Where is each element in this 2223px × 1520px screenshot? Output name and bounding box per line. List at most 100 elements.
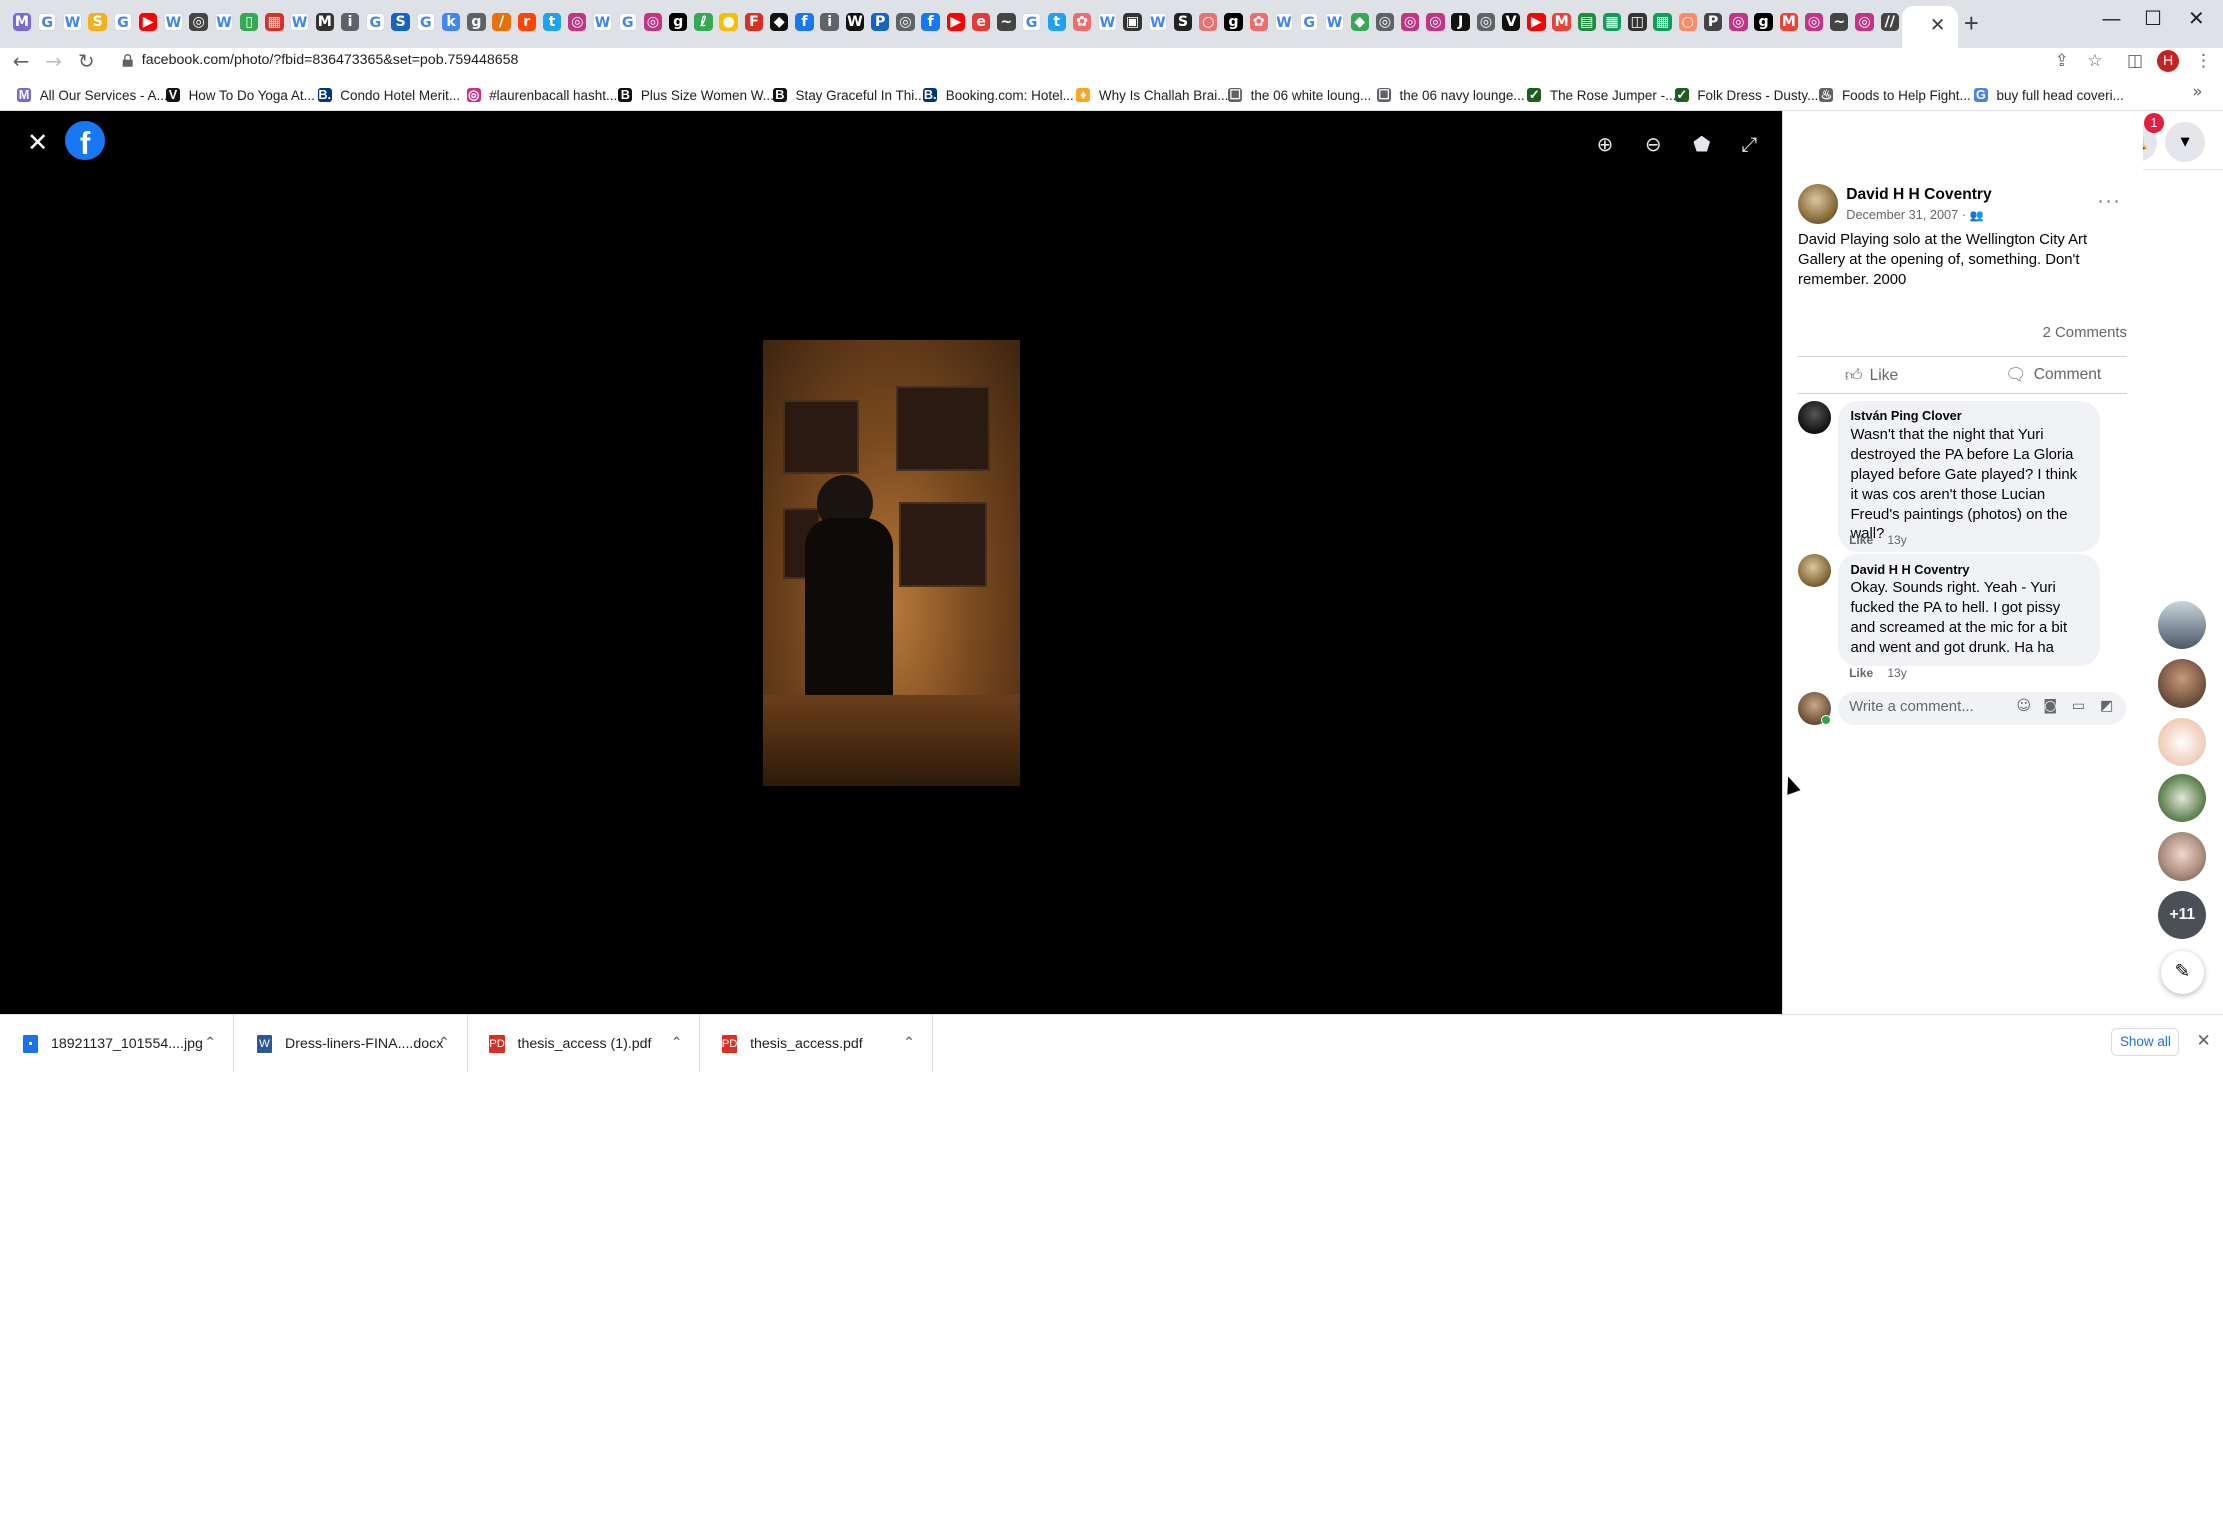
tab-favicon[interactable]: G — [416, 12, 436, 32]
tab-favicon[interactable]: g — [669, 12, 688, 32]
comment-like-link[interactable]: Like — [1849, 666, 1873, 680]
zoom-out-icon[interactable]: ⊖ — [1645, 133, 1662, 156]
commenter-avatar[interactable] — [1798, 554, 1831, 588]
gif-icon[interactable]: ▭ — [2072, 698, 2085, 714]
post-options-icon[interactable]: ··· — [2097, 190, 2121, 213]
close-downloads-icon[interactable]: ✕ — [2196, 1031, 2210, 1051]
comment-input[interactable]: Write a comment... ☺ ◙ ▭ ◩ — [1837, 691, 2126, 725]
contact-avatar[interactable] — [2158, 717, 2207, 766]
commenter-avatar[interactable] — [1798, 401, 1831, 434]
tab-favicon[interactable]: ◎ — [1804, 12, 1824, 32]
facebook-logo-icon[interactable]: f — [65, 120, 105, 161]
bookmark-item[interactable]: ✓ Folk Dress - Dusty... — [1674, 84, 1818, 107]
tab-favicon[interactable]: M — [1779, 12, 1798, 32]
author-avatar[interactable] — [1798, 184, 1838, 225]
tab-favicon[interactable]: ▦ — [265, 12, 284, 32]
bookmark-item[interactable]: B Plus Size Women W... — [618, 84, 774, 107]
account-dropdown-icon[interactable]: ▾ — [2165, 121, 2205, 162]
tab-favicon[interactable]: G — [38, 12, 57, 32]
tab-favicon[interactable]: ◎ — [643, 12, 663, 32]
bookmark-item[interactable]: M All Our Services - A... — [17, 84, 168, 107]
tab-favicon[interactable]: i — [340, 12, 360, 32]
reload-icon[interactable]: ↻ — [78, 50, 95, 73]
tab-favicon[interactable]: J — [1451, 12, 1470, 32]
tab-favicon[interactable]: ▶ — [1527, 12, 1546, 32]
tab-favicon[interactable]: W — [1325, 12, 1344, 32]
tab-favicon[interactable]: ○ — [1678, 12, 1698, 32]
chevron-up-icon[interactable]: ⌃ — [671, 1035, 683, 1051]
sticker-icon[interactable]: ◩ — [2100, 698, 2113, 714]
chevron-up-icon[interactable]: ⌃ — [204, 1035, 216, 1051]
tab-favicon[interactable]: G — [1300, 12, 1319, 32]
tab-favicon[interactable]: i — [820, 12, 839, 32]
bookmark-item[interactable]: B Stay Graceful In Thi... — [772, 84, 925, 107]
tab-favicon[interactable]: ◎ — [1400, 12, 1420, 32]
address-bar[interactable]: facebook.com/photo/?fbid=836473365&set=p… — [110, 48, 2125, 77]
bookmark-item[interactable]: ✓ The Rose Jumper -... — [1527, 84, 1676, 107]
tab-favicon[interactable]: S — [1173, 12, 1193, 32]
download-item[interactable]: PDF thesis_access.pdf ⌃ — [699, 1014, 934, 1072]
chevron-up-icon[interactable]: ⌃ — [903, 1035, 915, 1051]
tab-favicon[interactable]: W — [1098, 12, 1117, 32]
tab-favicon[interactable]: g — [1224, 12, 1243, 32]
tab-favicon[interactable]: e — [971, 12, 991, 32]
zoom-in-icon[interactable]: ⊕ — [1597, 133, 1614, 156]
comment-time[interactable]: 13y — [1887, 533, 1906, 547]
tab-favicon[interactable]: P — [870, 12, 890, 32]
tab-favicon[interactable]: G — [1022, 12, 1041, 32]
tab-favicon[interactable]: ◫ — [1628, 12, 1647, 32]
comment-like-link[interactable]: Like — [1849, 533, 1873, 547]
tab-favicon[interactable]: f — [921, 12, 940, 32]
close-window-icon[interactable]: ✕ — [2188, 7, 2205, 30]
fullscreen-icon[interactable]: ⤢ — [1741, 133, 1757, 156]
tab-favicon[interactable]: G — [366, 12, 385, 32]
tab-favicon[interactable]: ● — [719, 12, 738, 32]
bookmark-item[interactable]: ♦ Why Is Challah Brai... — [1076, 84, 1228, 107]
new-message-icon[interactable]: ✎ — [2161, 951, 2204, 994]
share-icon[interactable]: ⇪ — [2055, 51, 2069, 71]
tab-favicon[interactable]: ◎ — [1476, 12, 1496, 32]
tab-favicon[interactable]: M — [12, 12, 32, 32]
tab-favicon[interactable]: W — [164, 12, 183, 32]
tab-favicon[interactable]: W — [1148, 12, 1167, 32]
bookmarks-overflow-icon[interactable]: » — [2192, 82, 2202, 102]
tab-favicon[interactable]: M — [1552, 12, 1571, 32]
tab-favicon[interactable]: t — [1047, 12, 1067, 32]
tab-favicon[interactable]: ~ — [1830, 12, 1849, 32]
bookmark-item[interactable]: ◎ #laurenbacall hasht... — [466, 84, 617, 107]
bookmark-item[interactable]: ♨ Foods to Help Fight... — [1819, 84, 1971, 107]
tab-favicon[interactable]: ✿ — [1072, 12, 1092, 32]
menu-dots-icon[interactable]: ⋮ — [2195, 51, 2212, 71]
post-date[interactable]: December 31, 2007 · 👥 — [1846, 207, 1983, 222]
tab-favicon[interactable]: ◆ — [1350, 12, 1369, 32]
tab-favicon[interactable]: G — [618, 12, 637, 32]
bookmark-item[interactable]: ☐ the 06 navy lounge... — [1376, 84, 1525, 107]
tab-favicon[interactable]: V — [1501, 12, 1521, 32]
tab-favicon[interactable]: ◎ — [1426, 12, 1445, 32]
tab-favicon[interactable]: M — [315, 12, 335, 32]
tab-favicon[interactable]: ℓ — [694, 12, 713, 32]
tab-favicon[interactable]: F — [744, 12, 764, 32]
tab-favicon[interactable]: G — [113, 12, 133, 32]
tab-favicon[interactable]: ◎ — [1855, 12, 1874, 32]
tab-favicon[interactable]: P — [1703, 12, 1723, 32]
tab-favicon[interactable]: ▦ — [1602, 12, 1622, 32]
tab-favicon[interactable]: k — [441, 12, 461, 32]
like-button[interactable]: 👍︎ Like — [1845, 365, 1898, 386]
tab-favicon[interactable]: ▯ — [239, 12, 259, 32]
tab-favicon[interactable]: ◆ — [769, 12, 789, 32]
tab-favicon[interactable]: t — [542, 12, 562, 32]
tab-favicon[interactable]: f — [795, 12, 814, 32]
tab-favicon[interactable]: S — [391, 12, 410, 32]
tab-favicon[interactable]: ▶ — [946, 12, 966, 32]
new-tab-button[interactable]: + — [1964, 10, 1979, 39]
tab-favicon[interactable]: ✿ — [1249, 12, 1268, 32]
tab-favicon[interactable]: // — [1880, 12, 1899, 32]
tab-favicon[interactable]: ▣ — [1123, 12, 1142, 32]
tab-favicon[interactable]: ▦ — [1653, 12, 1672, 32]
camera-icon[interactable]: ◙ — [2043, 698, 2057, 714]
chevron-up-icon[interactable]: ⌃ — [438, 1035, 450, 1051]
contact-avatar[interactable] — [2158, 659, 2207, 708]
contact-avatar[interactable] — [2158, 832, 2207, 881]
minimize-icon[interactable]: — — [2101, 7, 2121, 30]
